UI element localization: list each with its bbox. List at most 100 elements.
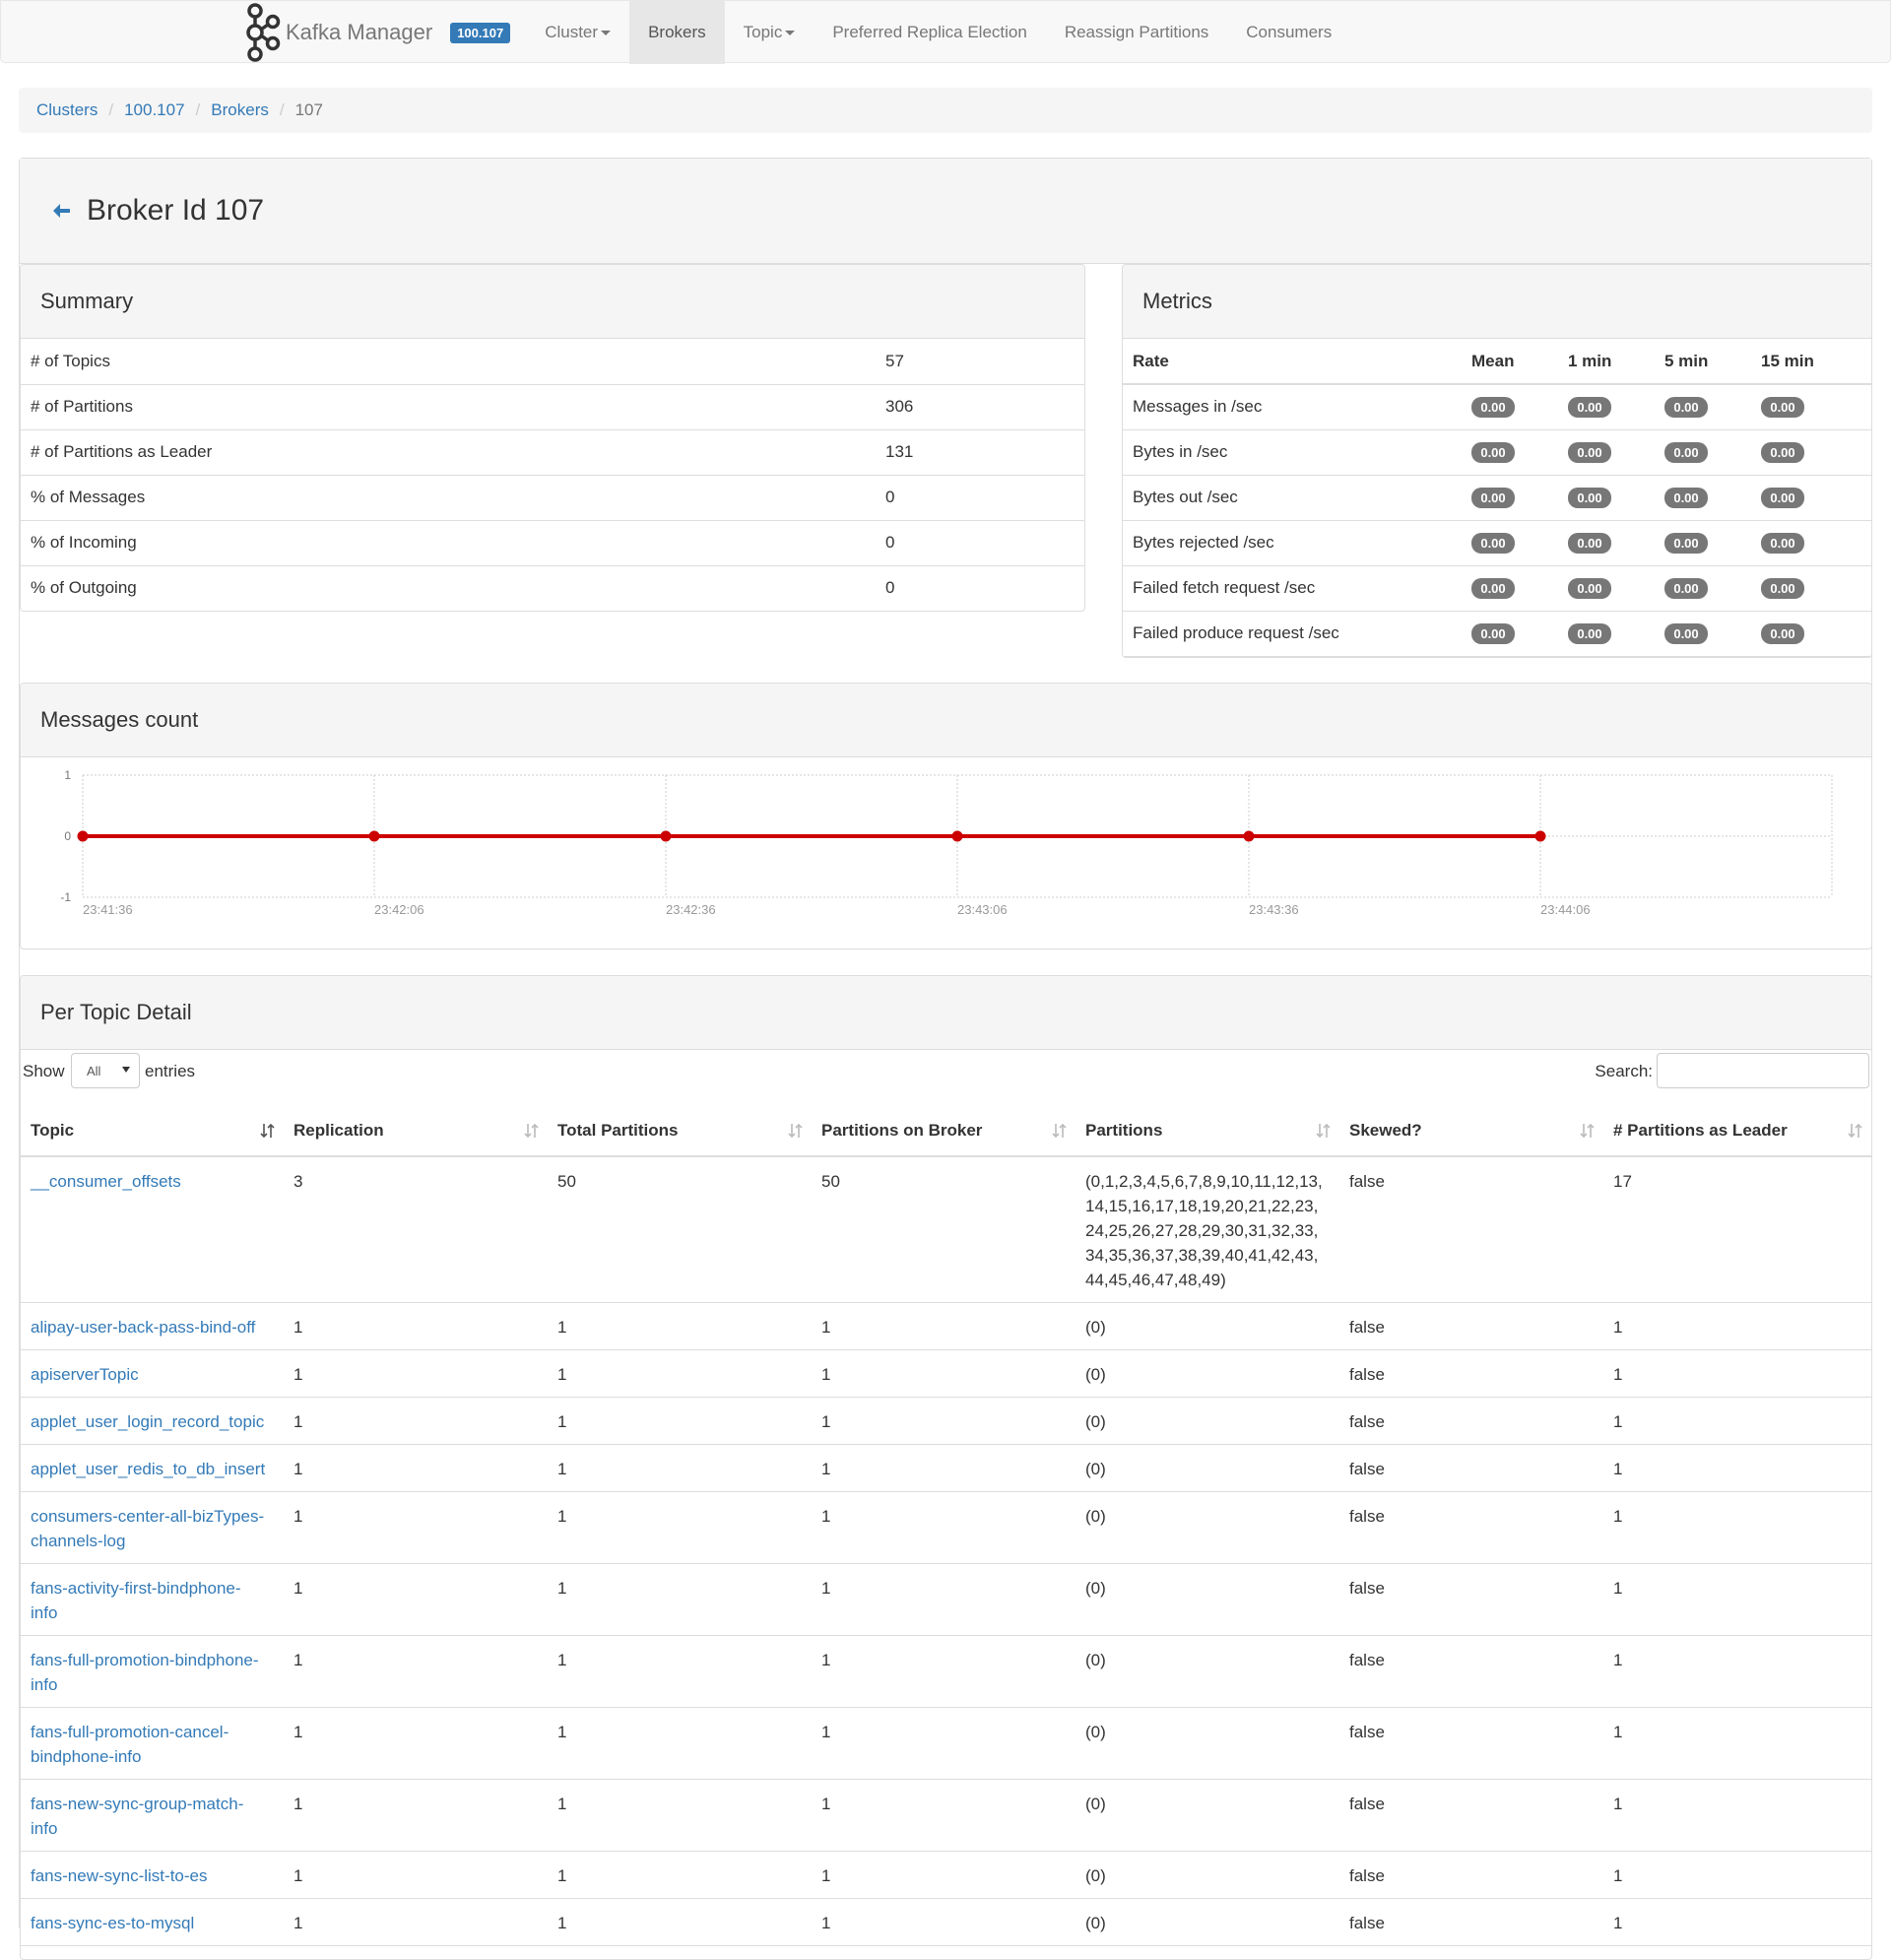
nav-label: Preferred Replica Election <box>832 23 1027 41</box>
replication-cell: 1 <box>284 1563 548 1636</box>
table-row: alipay-user-back-pass-bind-off 1 1 1 (0) fals… <box>21 1302 1871 1350</box>
topic-link[interactable]: alipay-user-back-pass-bind-off <box>31 1318 255 1337</box>
summary-row: # of Topics 57 <box>21 339 1084 384</box>
summary-value: 0 <box>885 488 895 506</box>
table-row: consumers-center-all-bizTypes- channels-… <box>21 1491 1871 1564</box>
metric-label: Failed produce request /sec <box>1133 623 1339 642</box>
metric-cell: 0.00 <box>1462 565 1558 611</box>
metric-badge: 0.00 <box>1761 396 1804 418</box>
topic-link[interactable]: fans-activity-first-bindphone- info <box>31 1579 241 1622</box>
metric-cell: 0.00 <box>1751 520 1871 565</box>
topic-link[interactable]: consumers-center-all-bizTypes- channels-… <box>31 1507 264 1550</box>
topic-link[interactable]: applet_user_redis_to_db_insert <box>31 1460 265 1478</box>
column-header-partitions-as-leader[interactable]: # Partitions as Leader <box>1603 1105 1871 1156</box>
entries-label: entries <box>145 1062 196 1080</box>
nav-consumers[interactable]: Consumers <box>1227 1 1350 64</box>
nav-preferred-replica-election[interactable]: Preferred Replica Election <box>814 1 1045 64</box>
leader-partitions-cell: 17 <box>1603 1156 1871 1303</box>
navbar: Kafka Manager 100.107 Cluster Brokers Topi… <box>0 0 1891 64</box>
metrics-row: Failed fetch request /sec 0.00 0.00 0.00 0.0… <box>1123 565 1871 611</box>
partitions-cell: (0,1,2,3,4,5,6,7,8,9,10,11,12,13, 14,15,… <box>1076 1156 1339 1303</box>
breadcrumb-cluster[interactable]: 100.107 <box>124 100 184 120</box>
nav-reassign-partitions[interactable]: Reassign Partitions <box>1046 1 1227 64</box>
topic-cell: applet_user_redis_to_db_insert <box>21 1444 284 1492</box>
topic-link[interactable]: fans-full-promotion-bindphone- info <box>31 1651 259 1694</box>
summary-value: 0 <box>885 533 895 552</box>
caret-down-icon <box>601 30 612 35</box>
leader-partitions-cell: 1 <box>1603 1563 1871 1636</box>
metrics-header-15-min: 15 min <box>1761 351 1814 370</box>
topic-link[interactable]: fans-sync-es-to-mysql <box>31 1914 194 1932</box>
data-point <box>1534 830 1546 842</box>
topic-link[interactable]: fans-new-sync-group-match- info <box>31 1795 243 1838</box>
metric-badge: 0.00 <box>1664 441 1708 463</box>
nav-label: Cluster <box>545 23 599 41</box>
replication-cell: 1 <box>284 1707 548 1780</box>
replication-cell: 1 <box>284 1491 548 1564</box>
breadcrumb-brokers[interactable]: Brokers <box>211 100 269 120</box>
metrics-row: Bytes in /sec 0.00 0.00 0.00 0.00 <box>1123 429 1871 475</box>
topic-link[interactable]: apiserverTopic <box>31 1365 139 1384</box>
metric-cell: 0.00 <box>1751 384 1871 429</box>
breadcrumb-clusters[interactable]: Clusters <box>36 100 98 120</box>
topic-table: Topic Replication Total Partitions Partitio… <box>21 1105 1871 1946</box>
table-row: fans-new-sync-list-to-es 1 1 1 (0) false 1 <box>21 1851 1871 1899</box>
metric-badge: 0.00 <box>1471 577 1515 599</box>
summary-label: # of Partitions as Leader <box>31 442 213 461</box>
partitions-cell: (0) <box>1076 1491 1339 1564</box>
partitions-on-broker-cell: 1 <box>812 1851 1076 1899</box>
column-header-partitions-on-broker[interactable]: Partitions on Broker <box>812 1105 1076 1156</box>
metric-badge: 0.00 <box>1664 487 1708 508</box>
x-tick-label: 23:43:36 <box>1249 902 1299 917</box>
column-header-total-partitions[interactable]: Total Partitions <box>548 1105 812 1156</box>
topic-link[interactable]: applet_user_login_record_topic <box>31 1412 264 1431</box>
data-point <box>951 830 963 842</box>
metrics-heading: Metrics <box>1123 265 1871 339</box>
x-tick-label: 23:44:06 <box>1540 902 1591 917</box>
nav-cluster[interactable]: Cluster <box>526 1 629 64</box>
nav-label: Brokers <box>648 23 706 41</box>
metric-badge: 0.00 <box>1471 487 1515 508</box>
back-arrow-icon[interactable] <box>51 202 71 220</box>
replication-cell: 1 <box>284 1635 548 1708</box>
partitions-on-broker-cell: 1 <box>812 1707 1076 1780</box>
x-tick-label: 23:43:06 <box>957 902 1008 917</box>
metric-cell: 0.00 <box>1751 475 1871 520</box>
column-header-label: Partitions on Broker <box>821 1120 983 1140</box>
metric-cell: 0.00 <box>1751 429 1871 475</box>
per-topic-panel: Per Topic Detail Show All entries Search… <box>20 975 1872 1960</box>
column-header-partitions[interactable]: Partitions <box>1076 1105 1339 1156</box>
column-header-skewed[interactable]: Skewed? <box>1339 1105 1603 1156</box>
topic-link[interactable]: __consumer_offsets <box>31 1172 181 1191</box>
replication-cell: 1 <box>284 1444 548 1492</box>
brand[interactable]: Kafka Manager <box>244 1 432 64</box>
column-header-replication[interactable]: Replication <box>284 1105 548 1156</box>
nav-brokers[interactable]: Brokers <box>629 1 725 64</box>
topic-cell: apiserverTopic <box>21 1349 284 1398</box>
metric-badge: 0.00 <box>1761 577 1804 599</box>
entries-select-value: All <box>87 1063 101 1078</box>
nav-topic[interactable]: Topic <box>725 1 815 64</box>
y-tick-label: 1 <box>64 768 71 782</box>
column-header-topic[interactable]: Topic <box>21 1105 284 1156</box>
total-partitions-cell: 1 <box>548 1444 812 1492</box>
entries-select[interactable]: All <box>71 1053 140 1088</box>
metric-cell: 0.00 <box>1558 565 1655 611</box>
metrics-row: Bytes rejected /sec 0.00 0.00 0.00 0.00 <box>1123 520 1871 565</box>
partitions-on-broker-cell: 1 <box>812 1349 1076 1398</box>
partitions-on-broker-cell: 1 <box>812 1779 1076 1852</box>
skewed-cell: false <box>1339 1302 1603 1350</box>
partitions-on-broker-cell: 1 <box>812 1397 1076 1445</box>
search-input[interactable] <box>1657 1053 1869 1088</box>
breadcrumb: Clusters / 100.107 / Brokers / 107 <box>19 88 1872 133</box>
breadcrumb-separator: / <box>279 100 285 119</box>
sort-ascending-icon <box>260 1123 275 1139</box>
leader-partitions-cell: 1 <box>1603 1397 1871 1445</box>
topic-link[interactable]: fans-full-promotion-cancel- bindphone-in… <box>31 1723 228 1766</box>
partitions-cell: (0) <box>1076 1779 1339 1852</box>
page-title: Broker Id 107 <box>87 194 265 227</box>
topic-link[interactable]: fans-new-sync-list-to-es <box>31 1866 208 1885</box>
total-partitions-cell: 1 <box>548 1397 812 1445</box>
data-point <box>660 830 672 842</box>
y-tick-label: -1 <box>60 890 71 904</box>
